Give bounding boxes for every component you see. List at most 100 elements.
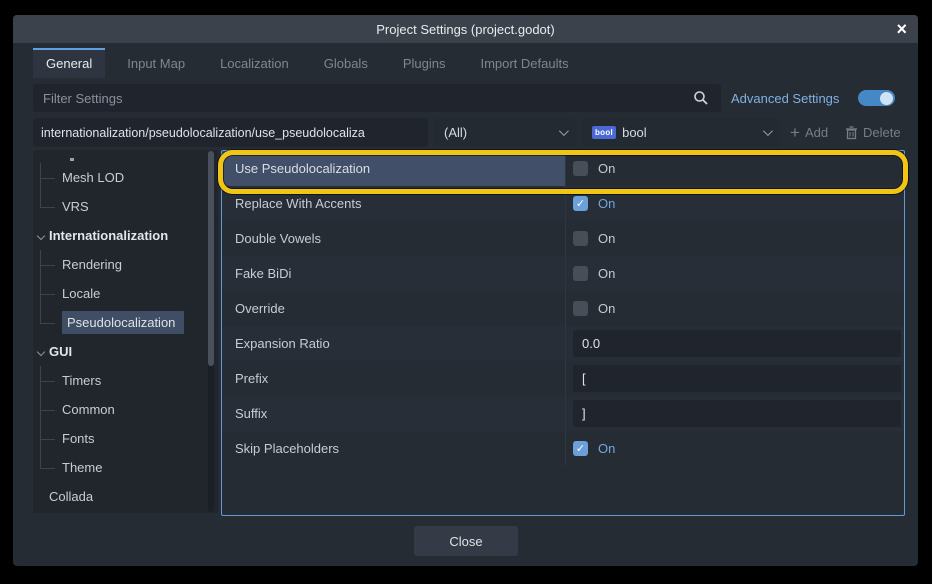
property-value: ✓ On	[566, 431, 904, 466]
project-settings-dialog: Project Settings (project.godot) × Gener…	[13, 15, 918, 566]
property-row-fake-bidi: Fake BiDi On	[222, 256, 904, 291]
advanced-settings-toggle[interactable]	[858, 90, 895, 106]
tree-item-label: Locale	[62, 286, 100, 301]
property-label[interactable]: Skip Placeholders	[222, 431, 566, 466]
property-value: On	[566, 256, 904, 291]
value-field[interactable]: ]	[573, 400, 901, 427]
property-path-input[interactable]	[33, 118, 428, 147]
value-field[interactable]: [	[573, 365, 901, 392]
tree-item-label: Internationalization	[49, 228, 168, 243]
checkbox[interactable]: ✓	[573, 441, 588, 456]
tree-item-label: Rendering	[62, 257, 122, 272]
type-dropdown[interactable]: bool bool	[582, 118, 780, 147]
tree-item-collada[interactable]: Collada	[33, 482, 218, 511]
tree-item-vrs[interactable]: VRS	[33, 192, 218, 221]
property-value: On	[566, 291, 904, 326]
tree-item-gui[interactable]: GUI	[33, 337, 218, 366]
checkbox-label: On	[598, 266, 615, 281]
property-value: On	[566, 221, 904, 256]
search-input[interactable]	[33, 84, 721, 112]
tree-connector-line	[40, 192, 60, 221]
tree-item-label: Common	[62, 402, 115, 417]
bool-type-icon: bool	[592, 126, 616, 139]
tree-item-theme[interactable]: Theme	[33, 453, 218, 482]
properties-panel: Use Pseudolocalization On Replace With Acc…	[221, 150, 905, 516]
chevron-down-icon	[559, 126, 569, 136]
tree-connector-line	[40, 279, 60, 308]
property-label[interactable]: Suffix	[222, 396, 566, 431]
property-rows: Use Pseudolocalization On Replace With Acc…	[222, 151, 904, 466]
property-value: ✓ On	[566, 186, 904, 221]
advanced-settings-label: Advanced Settings	[731, 84, 839, 112]
property-label[interactable]: Expansion Ratio	[222, 326, 566, 361]
property-row-prefix: Prefix [	[222, 361, 904, 396]
property-value: 0.0	[566, 326, 904, 361]
checkbox[interactable]	[573, 231, 588, 246]
window-title: Project Settings (project.godot)	[376, 22, 554, 37]
tree-item-label: Timers	[62, 373, 101, 388]
tree-connector-line	[40, 366, 60, 395]
tab-globals[interactable]: Globals	[311, 48, 381, 78]
toggle-knob	[880, 92, 893, 105]
property-label[interactable]: Fake BiDi	[222, 256, 566, 291]
tree-item-locale[interactable]: Locale	[33, 279, 218, 308]
checkbox-label: On	[598, 231, 615, 246]
tab-input-map[interactable]: Input Map	[114, 48, 198, 78]
property-row-replace-with-accents: Replace With Accents ✓ On	[222, 186, 904, 221]
checkbox-label: On	[598, 301, 615, 316]
tab-plugins[interactable]: Plugins	[390, 48, 459, 78]
checkbox-label: On	[598, 161, 615, 176]
tree-scrollbar[interactable]	[208, 151, 214, 512]
tab-import-defaults[interactable]: Import Defaults	[467, 48, 581, 78]
add-button[interactable]: + Add	[790, 118, 828, 147]
tree-scrollbar-thumb[interactable]	[208, 151, 214, 366]
property-bar: (All) bool bool + Add Delete	[33, 118, 898, 147]
tree-item-pseudolocalization[interactable]: Pseudolocalization	[33, 308, 218, 337]
delete-button[interactable]: Delete	[845, 118, 901, 147]
tree-item-mesh-lod[interactable]: Mesh LOD	[33, 163, 218, 192]
category-filter-dropdown[interactable]: (All)	[434, 118, 576, 147]
plus-icon: +	[790, 124, 800, 141]
property-row-suffix: Suffix]	[222, 396, 904, 431]
chevron-down-icon	[763, 126, 773, 136]
property-row-double-vowels: Double Vowels On	[222, 221, 904, 256]
tab-localization[interactable]: Localization	[207, 48, 302, 78]
tab-general[interactable]: General	[33, 48, 105, 78]
tree-item-internationalization[interactable]: Internationalization	[33, 221, 218, 250]
close-icon[interactable]: ×	[896, 15, 907, 43]
settings-tree: Mesh LOD VRS Internationalization Rendering…	[33, 150, 218, 513]
delete-button-label: Delete	[863, 125, 901, 140]
chevron-down-icon	[37, 232, 45, 240]
tree-item-label: Fonts	[62, 431, 95, 446]
checkbox[interactable]	[573, 301, 588, 316]
tree-item-rendering[interactable]: Rendering	[33, 250, 218, 279]
trash-icon	[845, 126, 858, 140]
property-label[interactable]: Override	[222, 291, 566, 326]
property-label[interactable]: Replace With Accents	[222, 186, 566, 221]
checkbox[interactable]: ✓	[573, 196, 588, 211]
tree-item-timers[interactable]: Timers	[33, 366, 218, 395]
property-row-skip-placeholders: Skip Placeholders ✓ On	[222, 431, 904, 466]
checkbox[interactable]	[573, 266, 588, 281]
tree-connector-line	[40, 250, 60, 279]
checkbox[interactable]	[573, 161, 588, 176]
value-field[interactable]: 0.0	[573, 330, 901, 357]
clipped-item-mark	[70, 158, 74, 161]
tree-connector-line	[40, 163, 60, 192]
tree-item-common[interactable]: Common	[33, 395, 218, 424]
tree-item-fonts[interactable]: Fonts	[33, 424, 218, 453]
tree-item-clipped	[33, 150, 218, 163]
close-button[interactable]: Close	[414, 526, 518, 556]
tree-item-label: Mesh LOD	[62, 170, 124, 185]
property-label[interactable]: Prefix	[222, 361, 566, 396]
tree-item-label: VRS	[62, 199, 89, 214]
property-label[interactable]: Use Pseudolocalization	[222, 151, 566, 186]
property-row-expansion-ratio: Expansion Ratio 0.0	[222, 326, 904, 361]
checkbox-label: On	[598, 196, 615, 211]
property-row-override: Override On	[222, 291, 904, 326]
chevron-down-icon	[37, 348, 45, 356]
tree-item-label: GUI	[49, 344, 72, 359]
checkbox-label: On	[598, 441, 615, 456]
tree-connector-line	[40, 424, 60, 453]
property-label[interactable]: Double Vowels	[222, 221, 566, 256]
